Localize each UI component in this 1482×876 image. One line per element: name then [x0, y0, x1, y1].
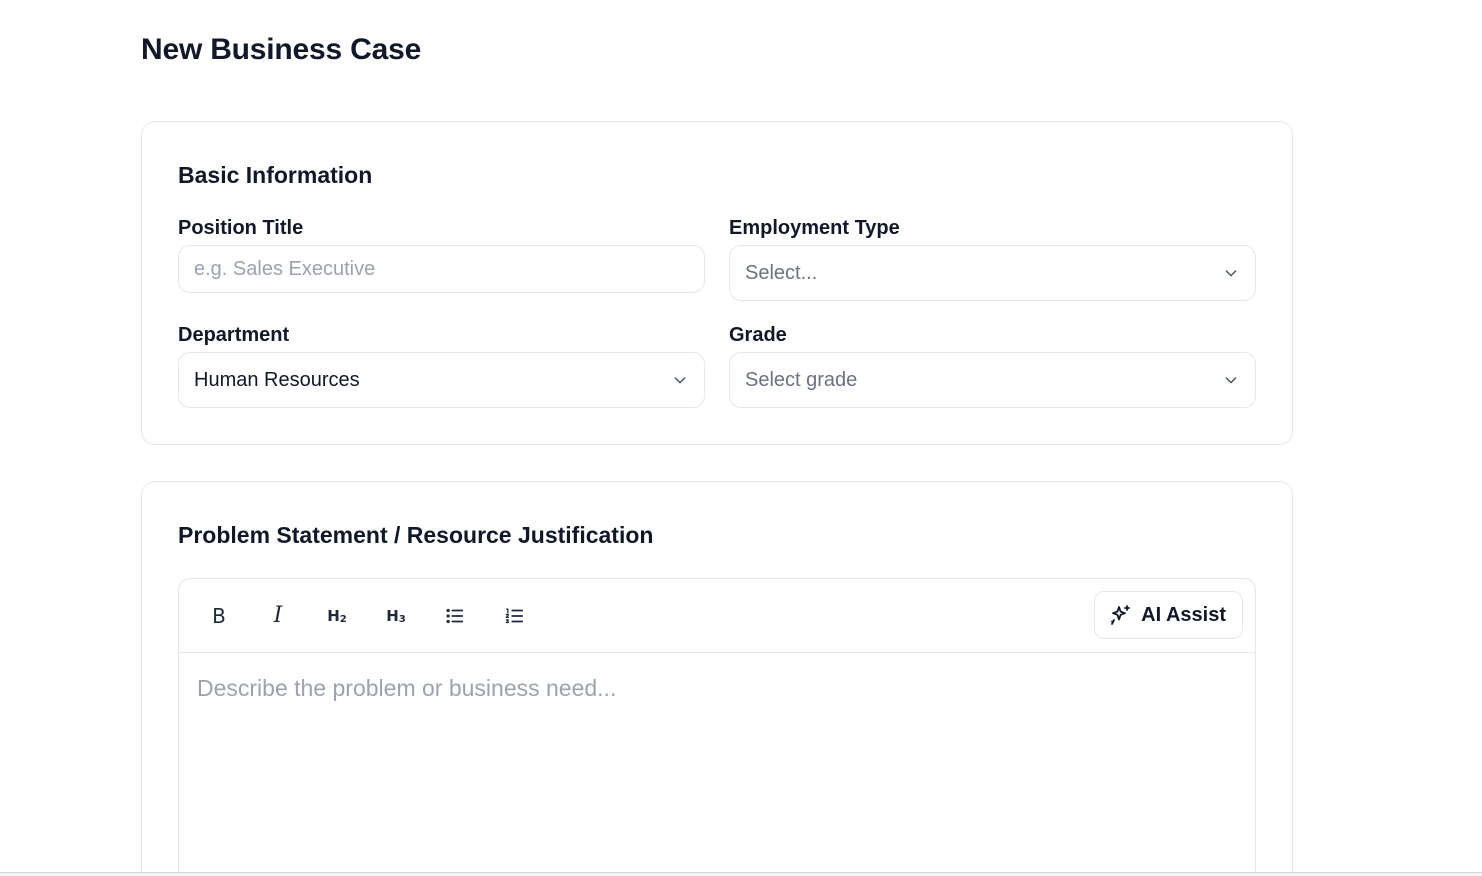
ai-assist-button[interactable]: AI Assist	[1094, 591, 1243, 639]
heading-2-button[interactable]: H2	[317, 596, 357, 636]
heading-3-icon: H3	[386, 606, 406, 625]
basic-information-heading: Basic Information	[178, 162, 373, 188]
grade-value: Select grade	[745, 368, 858, 391]
page: New Business Case Basic Information Posi…	[0, 0, 1482, 876]
position-title-input[interactable]	[178, 245, 705, 293]
heading-3-button[interactable]: H3	[376, 596, 416, 636]
employment-type-select[interactable]: Select...	[729, 245, 1256, 301]
bold-icon: B	[212, 603, 226, 628]
horizontal-scrollbar-track	[0, 872, 1482, 876]
employment-type-value: Select...	[745, 261, 818, 284]
ordered-list-button[interactable]	[494, 596, 534, 636]
chevron-down-icon	[1222, 371, 1240, 389]
grade-label: Grade	[729, 324, 787, 346]
italic-button[interactable]: I	[258, 596, 298, 636]
rich-text-editor: B I H2 H3 AI Assist Describe the problem…	[178, 578, 1256, 876]
editor-placeholder: Describe the problem or business need...	[197, 675, 617, 701]
department-select[interactable]: Human Resources	[178, 352, 705, 408]
problem-statement-card: Problem Statement / Resource Justificati…	[141, 481, 1293, 876]
grade-select[interactable]: Select grade	[729, 352, 1256, 408]
sparkles-icon	[1111, 605, 1131, 625]
basic-information-card: Basic Information Position Title Employm…	[141, 121, 1293, 445]
ai-assist-label: AI Assist	[1141, 603, 1226, 626]
italic-icon: I	[273, 603, 283, 628]
department-label: Department	[178, 324, 290, 346]
ordered-list-icon	[505, 607, 524, 623]
department-value: Human Resources	[194, 368, 360, 391]
editor-toolbar: B I H2 H3 AI Assist	[179, 579, 1255, 653]
page-title: New Business Case	[141, 33, 422, 66]
position-title-label: Position Title	[178, 217, 304, 239]
bullet-list-button[interactable]	[435, 596, 475, 636]
employment-type-label: Employment Type	[729, 217, 900, 239]
chevron-down-icon	[1222, 264, 1240, 282]
bullet-list-icon	[446, 608, 464, 623]
editor-content-area[interactable]: Describe the problem or business need...	[179, 653, 1255, 876]
problem-statement-heading: Problem Statement / Resource Justificati…	[178, 522, 654, 548]
heading-2-icon: H2	[327, 606, 347, 625]
bold-button[interactable]: B	[199, 596, 239, 636]
chevron-down-icon	[671, 371, 689, 389]
